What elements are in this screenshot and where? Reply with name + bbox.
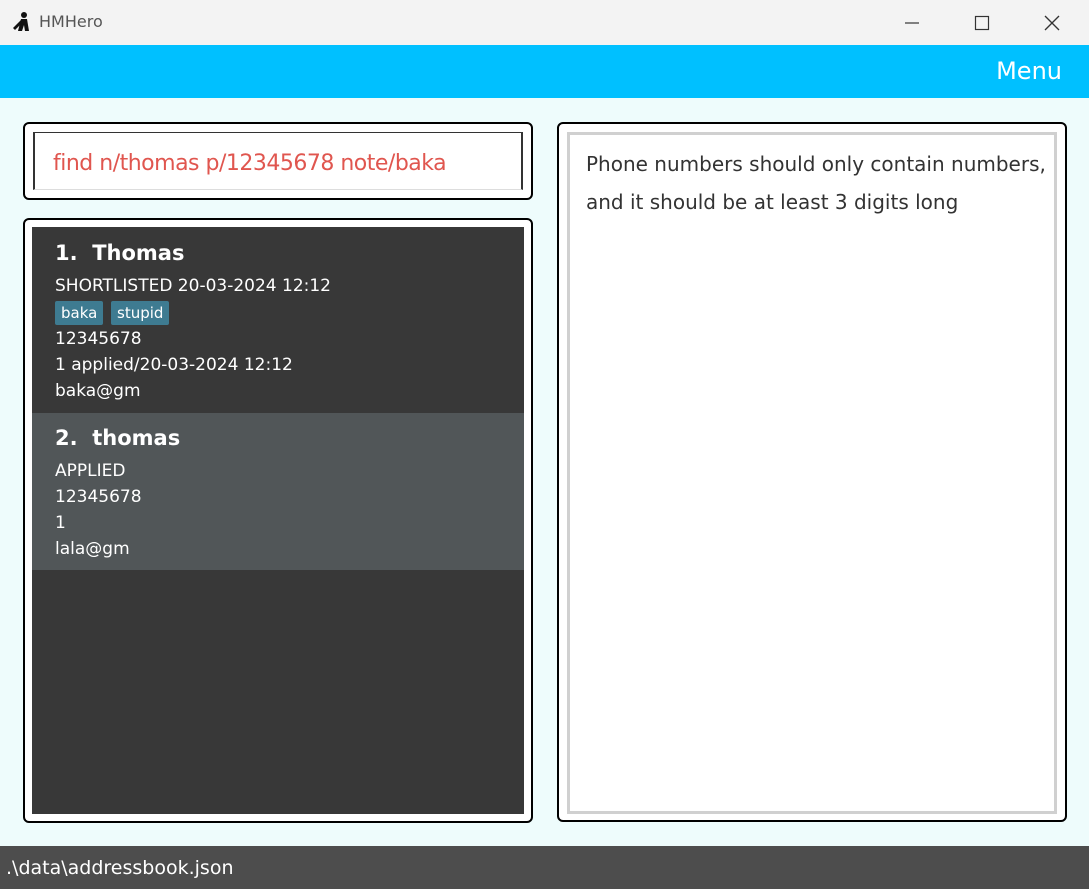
person-phone: 12345678 (55, 329, 142, 349)
close-icon (1044, 15, 1060, 30)
title-bar: HMHero (0, 0, 1089, 45)
result-display-box: Phone numbers should only contain number… (557, 122, 1067, 822)
result-display[interactable]: Phone numbers should only contain number… (567, 132, 1057, 814)
person-index: 2. (55, 426, 78, 450)
person-list-panel: 1. Thomas SHORTLISTED 20-03-2024 12:12 b… (23, 218, 533, 823)
person-index: 1. (55, 241, 78, 265)
person-name: thomas (92, 426, 181, 450)
person-card-title: 2. thomas (55, 426, 180, 450)
command-box (23, 122, 533, 200)
maximize-button[interactable] (947, 0, 1017, 45)
tag: baka (55, 301, 104, 325)
person-card-title: 1. Thomas (55, 241, 184, 265)
person-list[interactable]: 1. Thomas SHORTLISTED 20-03-2024 12:12 b… (32, 227, 524, 814)
person-applied: 1 (55, 513, 66, 533)
menu-button[interactable]: Menu (996, 57, 1062, 85)
save-location-path: .\data\addressbook.json (6, 857, 234, 879)
person-card-selected[interactable]: 2. thomas APPLIED 12345678 1 lala@gm (32, 413, 524, 570)
person-phone: 12345678 (55, 487, 142, 507)
person-name: Thomas (92, 241, 185, 265)
person-card[interactable]: 1. Thomas SHORTLISTED 20-03-2024 12:12 b… (32, 227, 524, 413)
tag: stupid (111, 301, 170, 325)
maximize-icon (974, 15, 990, 30)
person-applied: 1 applied/20-03-2024 12:12 (55, 355, 293, 375)
person-email: baka@gm (55, 381, 141, 401)
person-email: lala@gm (55, 539, 130, 559)
person-status: APPLIED (55, 461, 126, 481)
close-button[interactable] (1017, 0, 1087, 45)
status-bar: .\data\addressbook.json (0, 846, 1089, 889)
minimize-icon (905, 21, 919, 24)
command-input-frame (33, 132, 523, 190)
result-message: Phone numbers should only contain number… (586, 152, 1046, 214)
command-input[interactable] (53, 148, 513, 178)
minimize-button[interactable] (877, 0, 947, 45)
app-title: HMHero (39, 12, 103, 31)
hmhero-logo-icon (13, 12, 29, 31)
person-status: SHORTLISTED 20-03-2024 12:12 (55, 276, 332, 296)
menu-bar: Menu (0, 45, 1089, 98)
